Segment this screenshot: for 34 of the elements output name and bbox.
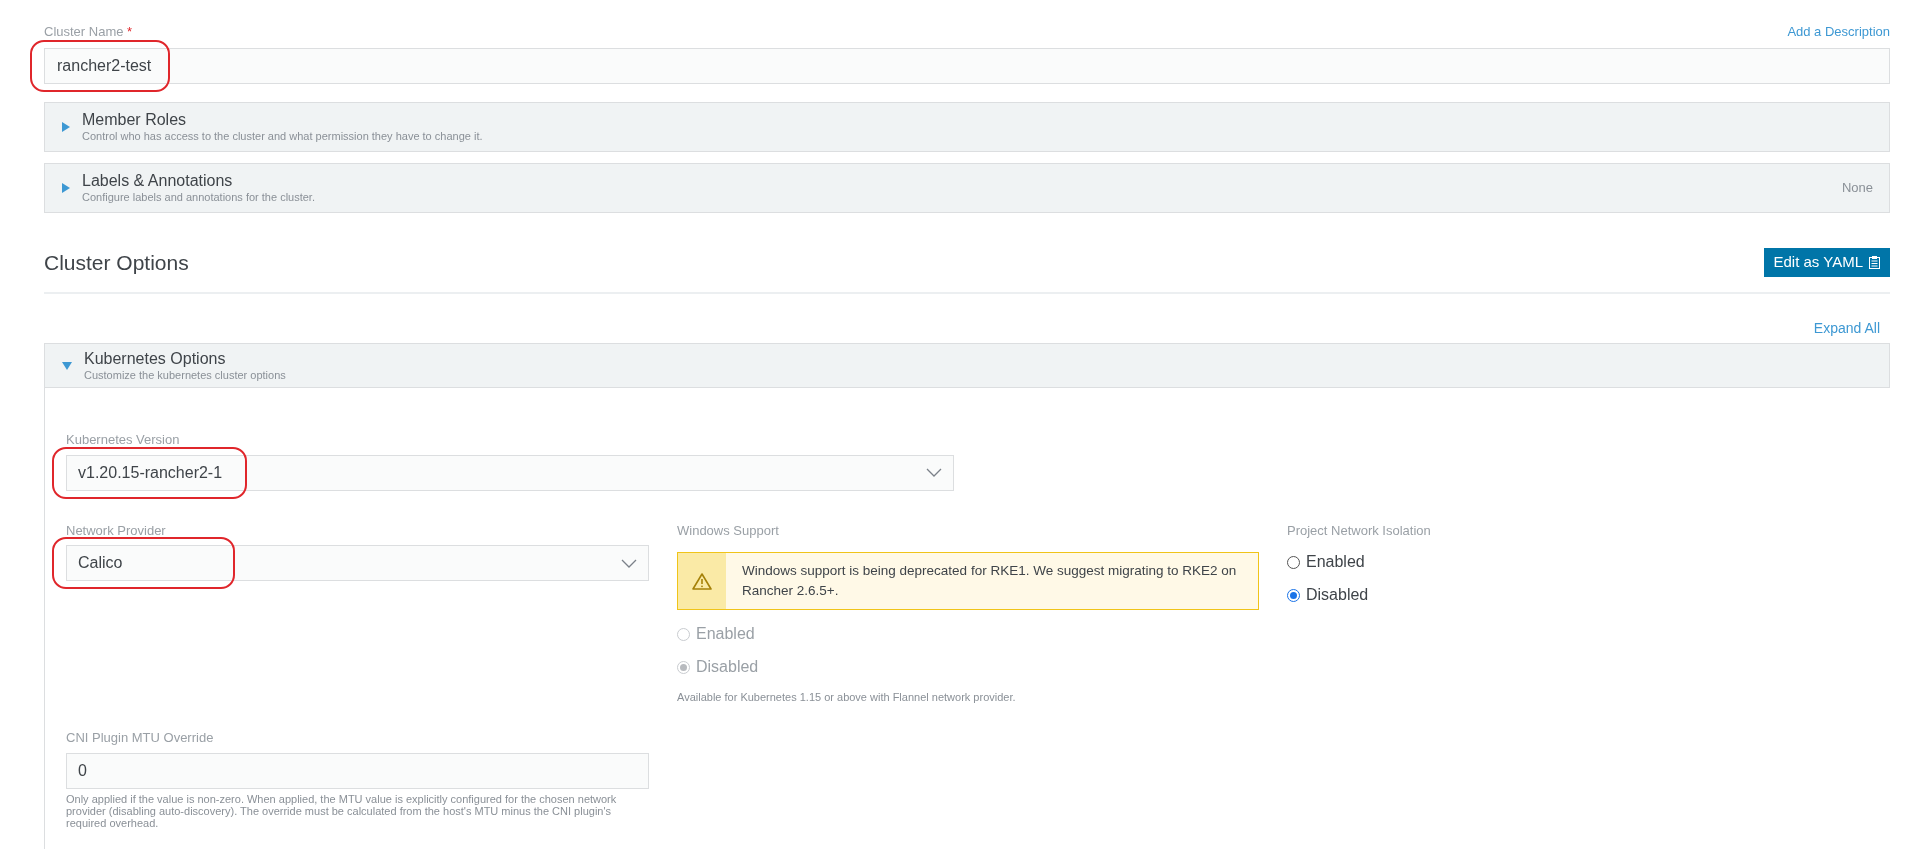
radio-option[interactable]: Disabled xyxy=(1287,583,1431,607)
collapsible-panel-header[interactable]: Member Roles Control who has access to the cluster and what permission they have to change it. xyxy=(44,101,1890,152)
radio-button[interactable] xyxy=(1287,588,1300,602)
clipboard-icon xyxy=(1869,255,1880,269)
panel-title: Labels & Annotations xyxy=(82,170,234,191)
radio-button[interactable] xyxy=(1287,555,1300,569)
version-select[interactable]: v1.20.15-rancher2-1 xyxy=(66,454,954,491)
field-label: Network Provider xyxy=(66,521,167,540)
required-mark: * xyxy=(127,24,133,39)
section-heading: Cluster Options xyxy=(44,249,189,276)
field-label: CNI Plugin MTU Override xyxy=(66,728,215,747)
radio-option[interactable]: Enabled xyxy=(1287,550,1431,574)
help-text: Available for Kubernetes 1.15 or above with Flannel network provider. xyxy=(677,690,1017,705)
field-label: Cluster Name xyxy=(44,24,124,39)
panel-subtitle: Control who has access to the cluster and what permission they have to change it. xyxy=(82,129,484,144)
panel-status: None xyxy=(1841,178,1873,197)
collapsible-panel-header[interactable]: Labels & Annotations Configure labels and annotations for the cluster. None xyxy=(44,162,1890,213)
panel-subtitle: Customize the kubernetes cluster options xyxy=(84,368,286,383)
field-label: Windows Support xyxy=(677,521,780,540)
chevron-down-icon xyxy=(621,558,637,568)
cluster-name-input[interactable]: rancher2-test xyxy=(44,47,1890,84)
field-label: Project Network Isolation xyxy=(1287,521,1431,540)
edit-as-yaml-button[interactable]: Edit as YAML xyxy=(1763,247,1890,277)
warning-icon xyxy=(692,572,712,590)
panel-title: Member Roles xyxy=(82,109,188,130)
collapsible-panel-header[interactable]: Kubernetes Options Customize the kubernetes cluster options xyxy=(45,343,1890,388)
help-text: Only applied if the value is non-zero. When applied, the MTU value is explicitly configured for the chosen network provider (disabling auto-discovery). The override must be calculated from the host's MTU minus the CNI plugin's required overhead. xyxy=(66,793,618,829)
panel-subtitle: Configure labels and annotations for the cluster. xyxy=(82,190,316,205)
chevron-down-icon xyxy=(926,468,942,477)
panel-title: Kubernetes Options xyxy=(84,348,227,369)
warning-text: Windows support is being deprecated for RKE1. We suggest migrating to RKE2 on Rancher 2.6.5+. xyxy=(741,562,1238,600)
field-label: Kubernetes Version xyxy=(66,431,181,449)
mtu-input[interactable]: 0 xyxy=(66,753,649,789)
network-provider-select[interactable]: Calico xyxy=(66,545,649,581)
